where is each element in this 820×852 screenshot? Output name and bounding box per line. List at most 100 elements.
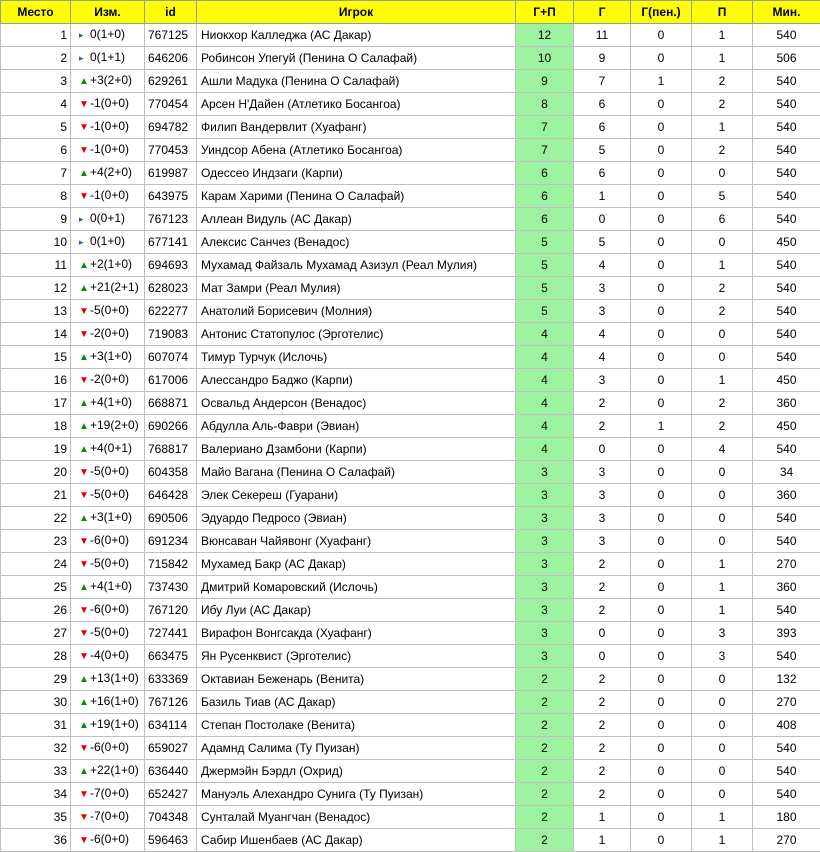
assists-cell[interactable]: 0 — [692, 346, 753, 369]
rank-cell[interactable]: 28 — [1, 645, 71, 668]
change-cell[interactable]: ▼-2(0+0) — [71, 323, 145, 346]
id-cell[interactable]: 634114 — [145, 714, 197, 737]
minutes-cell[interactable]: 360 — [753, 484, 820, 507]
player-cell[interactable]: Ибу Луи (АС Дакар) — [197, 599, 516, 622]
rank-cell[interactable]: 16 — [1, 369, 71, 392]
table-row[interactable]: 5▼-1(0+0)694782Филип Вандервлит (Хуафанг… — [1, 116, 820, 139]
gp-cell[interactable]: 2 — [516, 829, 574, 852]
assists-cell[interactable]: 1 — [692, 369, 753, 392]
rank-cell[interactable]: 29 — [1, 668, 71, 691]
table-row[interactable]: 28▼-4(0+0)663475Ян Русенквист (Эрготелис… — [1, 645, 820, 668]
pen-cell[interactable]: 0 — [631, 461, 692, 484]
player-cell[interactable]: Робинсон Упегуй (Пенина О Салафай) — [197, 47, 516, 70]
player-cell[interactable]: Абдулла Аль-Фаври (Эвиан) — [197, 415, 516, 438]
rank-cell[interactable]: 15 — [1, 346, 71, 369]
minutes-cell[interactable]: 34 — [753, 461, 820, 484]
change-cell[interactable]: ▲+3(2+0) — [71, 70, 145, 93]
change-cell[interactable]: ▲+4(1+0) — [71, 392, 145, 415]
id-cell[interactable]: 643975 — [145, 185, 197, 208]
gp-cell[interactable]: 9 — [516, 70, 574, 93]
header-id[interactable]: id — [145, 1, 197, 24]
id-cell[interactable]: 617006 — [145, 369, 197, 392]
pen-cell[interactable]: 0 — [631, 208, 692, 231]
change-cell[interactable]: ▼-1(0+0) — [71, 185, 145, 208]
assists-cell[interactable]: 0 — [692, 691, 753, 714]
assists-cell[interactable]: 2 — [692, 93, 753, 116]
rank-cell[interactable]: 36 — [1, 829, 71, 852]
assists-cell[interactable]: 3 — [692, 645, 753, 668]
assists-cell[interactable]: 1 — [692, 599, 753, 622]
pen-cell[interactable]: 0 — [631, 254, 692, 277]
player-cell[interactable]: Майо Вагана (Пенина О Салафай) — [197, 461, 516, 484]
pen-cell[interactable]: 0 — [631, 300, 692, 323]
minutes-cell[interactable]: 540 — [753, 208, 820, 231]
player-cell[interactable]: Аллеан Видуль (АС Дакар) — [197, 208, 516, 231]
assists-cell[interactable]: 1 — [692, 116, 753, 139]
assists-cell[interactable]: 2 — [692, 300, 753, 323]
rank-cell[interactable]: 34 — [1, 783, 71, 806]
table-row[interactable]: 24▼-5(0+0)715842Мухамед Бакр (АС Дакар)3… — [1, 553, 820, 576]
pen-cell[interactable]: 0 — [631, 346, 692, 369]
change-cell[interactable]: ▼-5(0+0) — [71, 622, 145, 645]
change-cell[interactable]: ▼-2(0+0) — [71, 369, 145, 392]
change-cell[interactable]: ▼-1(0+0) — [71, 139, 145, 162]
gp-cell[interactable]: 6 — [516, 185, 574, 208]
minutes-cell[interactable]: 540 — [753, 162, 820, 185]
gp-cell[interactable]: 7 — [516, 116, 574, 139]
assists-cell[interactable]: 1 — [692, 47, 753, 70]
assists-cell[interactable]: 1 — [692, 576, 753, 599]
assists-cell[interactable]: 0 — [692, 668, 753, 691]
assists-cell[interactable]: 4 — [692, 438, 753, 461]
minutes-cell[interactable]: 132 — [753, 668, 820, 691]
change-cell[interactable]: ▼-7(0+0) — [71, 806, 145, 829]
minutes-cell[interactable]: 540 — [753, 645, 820, 668]
gp-cell[interactable]: 3 — [516, 530, 574, 553]
assists-cell[interactable]: 0 — [692, 323, 753, 346]
pen-cell[interactable]: 0 — [631, 369, 692, 392]
pen-cell[interactable]: 0 — [631, 829, 692, 852]
goals-cell[interactable]: 2 — [574, 392, 631, 415]
minutes-cell[interactable]: 540 — [753, 438, 820, 461]
assists-cell[interactable]: 1 — [692, 806, 753, 829]
table-row[interactable]: 21▼-5(0+0)646428Элек Секереш (Гуарани)33… — [1, 484, 820, 507]
table-row[interactable]: 3▲+3(2+0)629261Ашли Мадука (Пенина О Сал… — [1, 70, 820, 93]
gp-cell[interactable]: 5 — [516, 277, 574, 300]
pen-cell[interactable]: 0 — [631, 484, 692, 507]
header-goals[interactable]: Г — [574, 1, 631, 24]
assists-cell[interactable]: 1 — [692, 24, 753, 47]
header-gp[interactable]: Г+П — [516, 1, 574, 24]
minutes-cell[interactable]: 540 — [753, 116, 820, 139]
player-cell[interactable]: Ашли Мадука (Пенина О Салафай) — [197, 70, 516, 93]
assists-cell[interactable]: 0 — [692, 162, 753, 185]
minutes-cell[interactable]: 270 — [753, 553, 820, 576]
change-cell[interactable]: ▼-5(0+0) — [71, 484, 145, 507]
change-cell[interactable]: ▲+13(1+0) — [71, 668, 145, 691]
gp-cell[interactable]: 2 — [516, 691, 574, 714]
table-row[interactable]: 27▼-5(0+0)727441Вирафон Вонгсакда (Хуафа… — [1, 622, 820, 645]
gp-cell[interactable]: 3 — [516, 484, 574, 507]
rank-cell[interactable]: 5 — [1, 116, 71, 139]
table-row[interactable]: 18▲+19(2+0)690266Абдулла Аль-Фаври (Эвиа… — [1, 415, 820, 438]
rank-cell[interactable]: 23 — [1, 530, 71, 553]
goals-cell[interactable]: 9 — [574, 47, 631, 70]
rank-cell[interactable]: 12 — [1, 277, 71, 300]
gp-cell[interactable]: 4 — [516, 323, 574, 346]
player-cell[interactable]: Ниокхор Калледжа (АС Дакар) — [197, 24, 516, 47]
assists-cell[interactable]: 2 — [692, 415, 753, 438]
goals-cell[interactable]: 6 — [574, 93, 631, 116]
table-row[interactable]: 12▲+21(2+1)628023Мат Замри (Реал Мулия)5… — [1, 277, 820, 300]
goals-cell[interactable]: 2 — [574, 599, 631, 622]
gp-cell[interactable]: 3 — [516, 599, 574, 622]
goals-cell[interactable]: 2 — [574, 691, 631, 714]
pen-cell[interactable]: 0 — [631, 93, 692, 116]
table-row[interactable]: 14▼-2(0+0)719083Антонис Статопулос (Эрго… — [1, 323, 820, 346]
id-cell[interactable]: 737430 — [145, 576, 197, 599]
rank-cell[interactable]: 30 — [1, 691, 71, 714]
id-cell[interactable]: 636440 — [145, 760, 197, 783]
player-cell[interactable]: Эдуардо Педросо (Эвиан) — [197, 507, 516, 530]
rank-cell[interactable]: 33 — [1, 760, 71, 783]
gp-cell[interactable]: 2 — [516, 783, 574, 806]
assists-cell[interactable]: 5 — [692, 185, 753, 208]
change-cell[interactable]: ▲+3(1+0) — [71, 507, 145, 530]
player-cell[interactable]: Мат Замри (Реал Мулия) — [197, 277, 516, 300]
